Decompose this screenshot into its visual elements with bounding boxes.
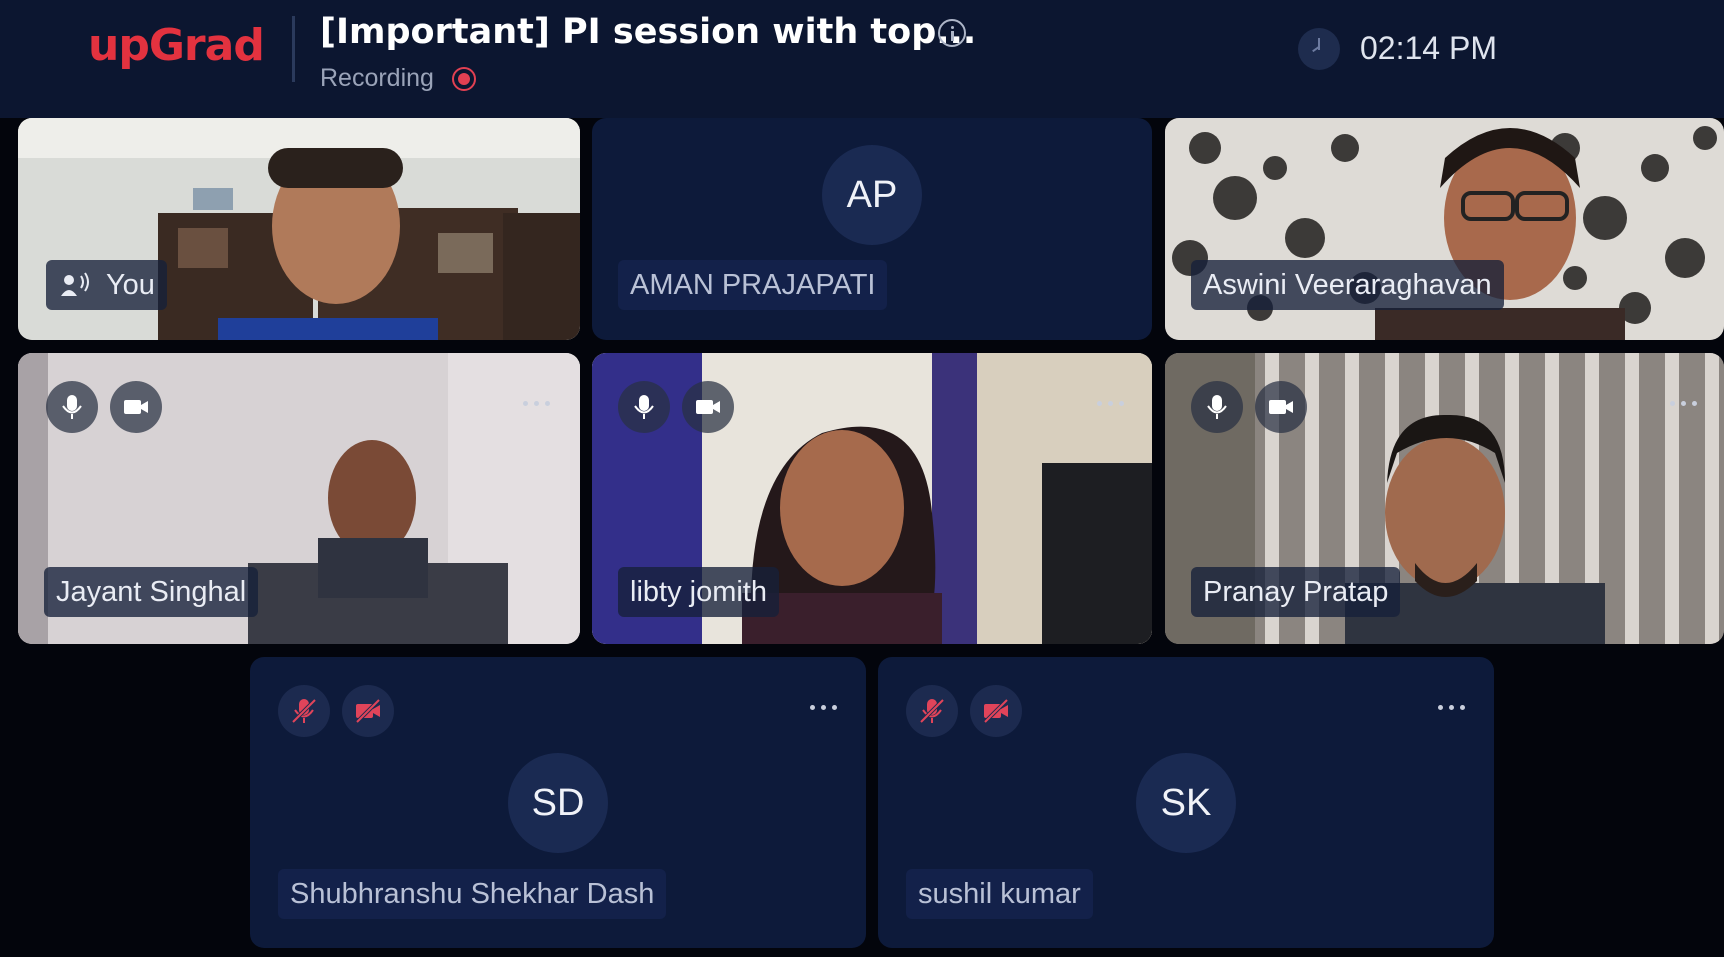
camera-button[interactable] <box>1255 381 1307 433</box>
participant-name: libty jomith <box>618 567 779 617</box>
participant-name: Pranay Pratap <box>1191 567 1401 617</box>
camera-button[interactable] <box>682 381 734 433</box>
meeting-title: [Important] PI session with top... <box>320 12 977 52</box>
mic-button[interactable] <box>1191 381 1243 433</box>
participant-tile-pranay[interactable]: Pranay Pratap <box>1165 353 1724 644</box>
info-icon[interactable] <box>938 19 966 47</box>
camera-icon <box>1269 400 1293 414</box>
header-divider <box>292 16 295 82</box>
avatar: SK <box>1136 753 1236 853</box>
participant-tile-jayant[interactable]: Jayant Singhal <box>18 353 580 644</box>
mic-off-icon <box>291 698 317 724</box>
participant-tile-you[interactable]: You <box>18 118 580 340</box>
mic-icon <box>1207 395 1227 419</box>
camera-off-icon <box>355 698 381 724</box>
participant-name: Shubhranshu Shekhar Dash <box>278 869 667 919</box>
speaker-icon <box>61 272 89 296</box>
clock-time: 02:14 PM <box>1360 30 1497 66</box>
participant-name: sushil kumar <box>906 869 1093 919</box>
meeting-header: upGrad [Important] PI session with top..… <box>0 0 1724 118</box>
participant-tile-libty[interactable]: libty jomith <box>592 353 1152 644</box>
participant-tile-shubhranshu[interactable]: SD Shubhranshu Shekhar Dash <box>250 657 866 948</box>
more-options-icon[interactable] <box>1438 705 1468 713</box>
avatar: AP <box>822 145 922 245</box>
participant-name: Jayant Singhal <box>44 567 259 617</box>
participant-tile-aman[interactable]: AP AMAN PRAJAPATI <box>592 118 1152 340</box>
camera-button[interactable] <box>342 685 394 737</box>
mic-icon <box>62 395 82 419</box>
participant-tile-aswini[interactable]: Aswini Veeraraghavan <box>1165 118 1724 340</box>
camera-icon <box>696 400 720 414</box>
clock-icon <box>1298 28 1340 70</box>
upgrad-logo: upGrad <box>88 20 265 71</box>
mic-button[interactable] <box>278 685 330 737</box>
recording-icon <box>452 67 476 91</box>
camera-button[interactable] <box>110 381 162 433</box>
participant-name-tag: You <box>46 260 167 310</box>
participant-name: AMAN PRAJAPATI <box>618 260 888 310</box>
more-options-icon[interactable] <box>1097 401 1127 409</box>
more-options-icon[interactable] <box>523 401 553 409</box>
participant-name: Aswini Veeraraghavan <box>1191 260 1504 310</box>
avatar: SD <box>508 753 608 853</box>
participant-name: You <box>106 269 155 301</box>
mic-off-icon <box>919 698 945 724</box>
camera-icon <box>124 400 148 414</box>
more-options-icon[interactable] <box>810 705 840 713</box>
more-options-icon[interactable] <box>1670 401 1700 409</box>
recording-label: Recording <box>320 64 434 92</box>
mic-button[interactable] <box>46 381 98 433</box>
mic-button[interactable] <box>618 381 670 433</box>
mic-button[interactable] <box>906 685 958 737</box>
camera-off-icon <box>983 698 1009 724</box>
camera-button[interactable] <box>970 685 1022 737</box>
mic-icon <box>634 395 654 419</box>
participant-tile-sushil[interactable]: SK sushil kumar <box>878 657 1494 948</box>
